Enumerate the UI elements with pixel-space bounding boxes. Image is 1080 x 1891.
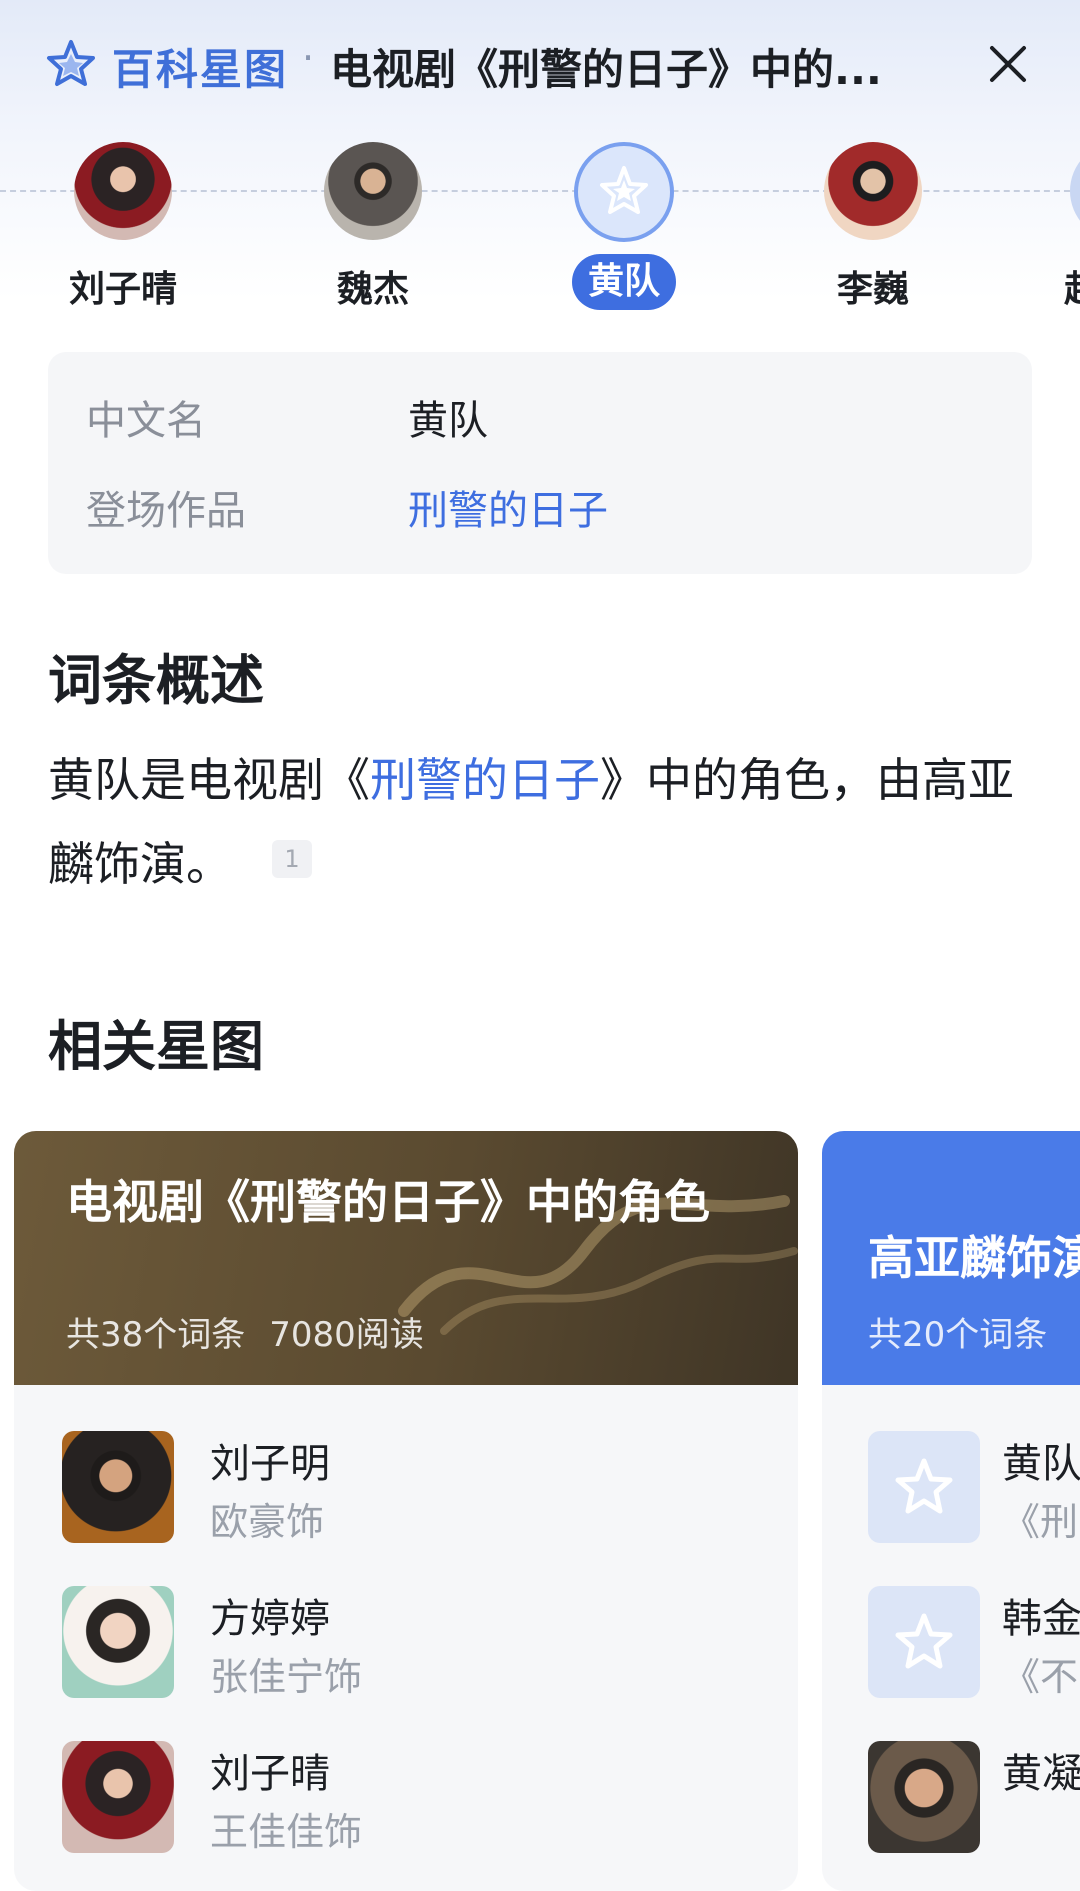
item-actor: 欧豪饰: [210, 1500, 325, 1544]
item-actor: 张佳宁饰: [210, 1655, 363, 1699]
person-item[interactable]: 李巍: [800, 142, 960, 312]
info-box: 中文名 黄队 登场作品 刑警的日子: [48, 352, 1032, 574]
entry-count: 共20个词条: [868, 1315, 1048, 1355]
close-icon[interactable]: [984, 40, 1032, 88]
related-card[interactable]: 电视剧《刑警的日子》中的角色 共38个词条 7080阅读 刘子明 欧豪饰 方婷婷 …: [14, 1131, 798, 1891]
person-name: 刘子晴: [68, 269, 177, 310]
list-item[interactable]: 方婷婷 张佳宁饰: [62, 1586, 762, 1706]
list-item[interactable]: 黄队 《刑: [868, 1431, 1080, 1551]
person-item[interactable]: 魏杰: [300, 142, 460, 312]
info-value: 黄队: [408, 398, 488, 444]
avatar: [574, 142, 674, 242]
thumbnail: [868, 1586, 980, 1698]
related-card[interactable]: 高亚麟饰演 共20个词条 黄队 《刑 韩金 《不 黄凝: [822, 1131, 1080, 1891]
thumbnail: [62, 1431, 174, 1543]
info-label: 登场作品: [86, 488, 246, 534]
card-meta: 共20个词条: [868, 1307, 1047, 1356]
person-name: 赴: [1064, 260, 1080, 312]
star-icon: [895, 1613, 953, 1669]
thumbnail: [62, 1741, 174, 1853]
card-title: 高亚麟饰演: [868, 1231, 1080, 1285]
item-name: 刘子晴: [210, 1751, 330, 1797]
card-header: 高亚麟饰演 共20个词条: [822, 1131, 1080, 1385]
header-bar: 百科星图 · 电视剧《刑警的日子》中的...: [0, 0, 1080, 130]
work-link[interactable]: 刑警的日子: [408, 478, 608, 536]
item-name: 黄队: [1002, 1441, 1080, 1487]
card-meta: 共38个词条 7080阅读: [66, 1307, 424, 1356]
read-count: 7080阅读: [269, 1315, 424, 1355]
item-actor: 王佳佳饰: [210, 1810, 363, 1854]
avatar: [74, 142, 172, 240]
list-item[interactable]: 韩金 《不: [868, 1586, 1080, 1706]
avatar: [824, 142, 922, 240]
related-title: 相关星图: [48, 1015, 264, 1078]
card-header: 电视剧《刑警的日子》中的角色 共38个词条 7080阅读: [14, 1131, 798, 1385]
entry-count: 共38个词条: [66, 1315, 246, 1355]
person-name: 黄队: [572, 254, 676, 310]
star-icon: [600, 166, 648, 214]
person-item[interactable]: 刘子晴: [50, 142, 210, 312]
person-item[interactable]: 赴: [1048, 142, 1080, 312]
thumbnail: [868, 1431, 980, 1543]
brand-name[interactable]: 百科星图: [112, 36, 288, 97]
list-item[interactable]: 刘子明 欧豪饰: [62, 1431, 762, 1551]
work-link[interactable]: 刑警的日子: [370, 753, 600, 807]
item-work: 《不: [1002, 1655, 1079, 1699]
avatar: [1070, 142, 1080, 240]
overview-text: 黄队是电视剧《刑警的日子》中的角色，由高亚麟饰演。 1: [48, 738, 1038, 906]
item-name: 方婷婷: [210, 1596, 330, 1642]
person-name: 李巍: [836, 269, 909, 310]
list-item[interactable]: 刘子晴 王佳佳饰: [62, 1741, 762, 1861]
list-item[interactable]: 黄凝: [868, 1741, 1080, 1861]
person-name: 魏杰: [336, 269, 409, 310]
item-name: 刘子明: [210, 1441, 330, 1487]
thumbnail: [62, 1586, 174, 1698]
title-separator: ·: [302, 36, 315, 80]
page-title: 电视剧《刑警的日子》中的...: [330, 45, 882, 94]
item-name: 韩金: [1002, 1596, 1080, 1642]
overview-text-before: 黄队是电视剧《: [48, 753, 370, 807]
card-title: 电视剧《刑警的日子》中的角色: [66, 1175, 710, 1229]
thumbnail: [868, 1741, 980, 1853]
info-label: 中文名: [86, 398, 206, 444]
star-icon: [895, 1458, 953, 1514]
item-name: 黄凝: [1002, 1751, 1080, 1797]
person-item-active[interactable]: 黄队: [550, 142, 710, 312]
avatar: [324, 142, 422, 240]
star-logo-icon: [47, 40, 95, 86]
reference-badge[interactable]: 1: [272, 840, 312, 878]
overview-title: 词条概述: [48, 649, 264, 712]
item-work: 《刑: [1002, 1500, 1079, 1544]
